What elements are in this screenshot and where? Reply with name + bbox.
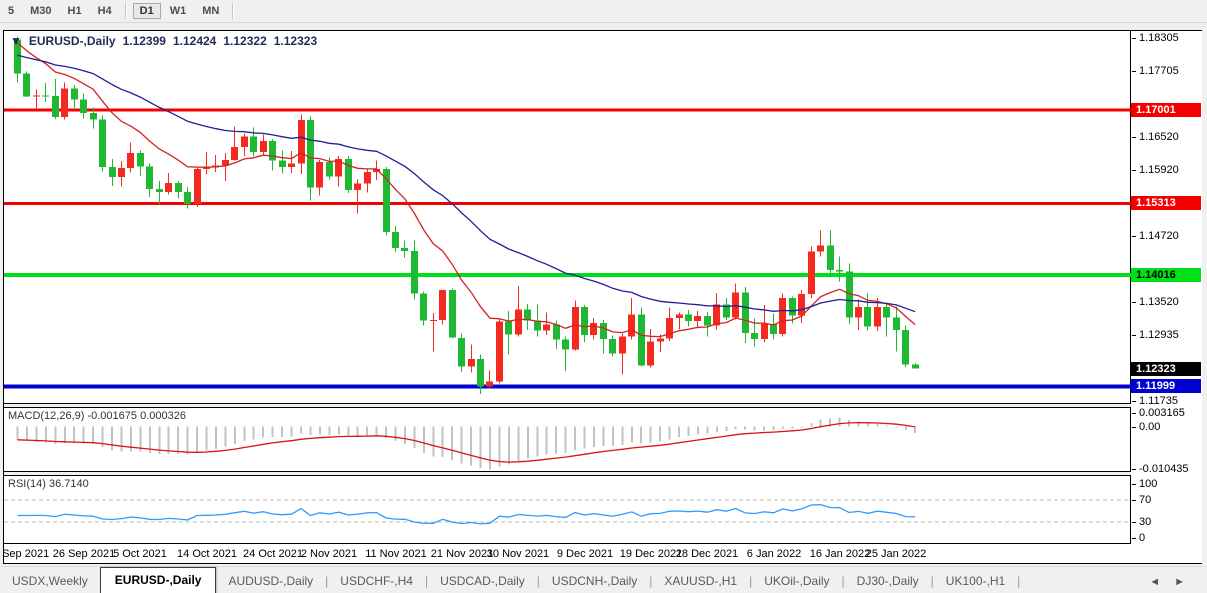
fast-ma-line xyxy=(18,43,916,337)
date-label: 25 Jan 2022 xyxy=(851,548,941,560)
terminal-screen: 5M30H1H4 D1W1MN ▼ EURUSD-,Daily 1.12399 1… xyxy=(0,0,1207,593)
chart-open-value: 1.12399 xyxy=(123,34,166,48)
chart-tab-uk100-h1[interactable]: UK100-,H1 xyxy=(934,569,1017,593)
chart-title: ▼ EURUSD-,Daily 1.12399 1.12424 1.12322 … xyxy=(10,34,317,48)
timeframe-toolbar: 5M30H1H4 D1W1MN xyxy=(0,0,1207,23)
price-tick-1.17705: 1.17705 xyxy=(1139,65,1179,77)
chart-low-value: 1.12322 xyxy=(223,34,266,48)
level-line-1.11999[interactable] xyxy=(4,385,1131,389)
timeframe-button-w1[interactable]: W1 xyxy=(163,3,194,19)
timeframe-button-5[interactable]: 5 xyxy=(1,3,21,19)
level-price-badge: 1.17001 xyxy=(1131,103,1201,117)
chart-symbol-label: EURUSD-,Daily xyxy=(29,34,116,48)
macd-tick--0.010435: -0.010435 xyxy=(1139,463,1189,475)
axis-tick-mark xyxy=(1132,413,1136,414)
tab-scroll-left-icon[interactable]: ◄ xyxy=(1149,576,1160,588)
axis-tick-mark xyxy=(1132,236,1136,237)
chart-tab-dj30-daily[interactable]: DJ30-,Daily xyxy=(845,569,931,593)
axis-tick-mark xyxy=(1132,170,1136,171)
price-tick-1.18305: 1.18305 xyxy=(1139,32,1179,44)
axis-tick-mark xyxy=(1132,500,1136,501)
chart-tab-xauusd-h1[interactable]: XAUUSD-,H1 xyxy=(652,569,749,593)
tab-separator: | xyxy=(1017,574,1020,593)
rsi-pane[interactable]: RSI(14) 36.7140 xyxy=(4,476,1131,544)
tab-scroll-right-icon[interactable]: ► xyxy=(1174,576,1185,588)
chart-tab-bar: USDX,WeeklyEURUSD-,DailyAUDUSD-,Daily | US… xyxy=(0,566,1207,593)
level-price-badge: 1.11999 xyxy=(1131,379,1201,393)
chart-high-value: 1.12424 xyxy=(173,34,216,48)
current-price-badge: 1.12323 xyxy=(1131,362,1201,376)
price-tick-1.12935: 1.12935 xyxy=(1139,329,1179,341)
axis-tick-mark xyxy=(1132,427,1136,428)
chart-tab-eurusd-daily[interactable]: EURUSD-,Daily xyxy=(100,567,217,593)
chart-tab-usdchf-h4[interactable]: USDCHF-,H4 xyxy=(328,569,425,593)
macd-tick-0.003165: 0.003165 xyxy=(1139,407,1185,419)
axis-tick-mark xyxy=(1132,538,1136,539)
timeframe-button-d1[interactable]: D1 xyxy=(133,3,161,19)
timeframe-button-mn[interactable]: MN xyxy=(195,3,226,19)
level-line-1.17001[interactable] xyxy=(4,109,1131,112)
price-tick-1.16520: 1.16520 xyxy=(1139,131,1179,143)
axis-tick-mark xyxy=(1132,71,1136,72)
time-axis[interactable]: 16 Sep 202126 Sep 20215 Oct 202114 Oct 2… xyxy=(4,544,1131,563)
rsi-tick-100: 100 xyxy=(1139,478,1157,490)
chart-tab-ukoil-daily[interactable]: UKOil-,Daily xyxy=(752,569,841,593)
rsi-tick-30: 30 xyxy=(1139,516,1151,528)
axis-tick-mark xyxy=(1132,484,1136,485)
chart-dropdown-icon[interactable]: ▼ xyxy=(10,34,22,48)
macd-label: MACD(12,26,9) -0.001675 0.000326 xyxy=(8,410,186,422)
chart-tab-audusd-daily[interactable]: AUDUSD-,Daily xyxy=(216,569,325,593)
level-price-badge: 1.15313 xyxy=(1131,196,1201,210)
rsi-tick-0: 0 xyxy=(1139,532,1145,544)
timeframe-button-m30[interactable]: M30 xyxy=(23,3,58,19)
chart-close-value: 1.12323 xyxy=(274,34,317,48)
level-price-badge: 1.14016 xyxy=(1131,268,1201,282)
axis-tick-mark xyxy=(1132,335,1136,336)
price-chart-pane[interactable]: ▼ EURUSD-,Daily 1.12399 1.12424 1.12322 … xyxy=(4,31,1131,403)
timeframe-button-h1[interactable]: H1 xyxy=(61,3,89,19)
axis-tick-mark xyxy=(1132,137,1136,138)
axis-tick-mark xyxy=(1132,38,1136,39)
macd-tick-0.00: 0.00 xyxy=(1139,421,1160,433)
chart-window: ▼ EURUSD-,Daily 1.12399 1.12424 1.12322 … xyxy=(3,30,1202,564)
axis-tick-mark xyxy=(1132,522,1136,523)
price-axis[interactable]: 1.18305 1.17705 1.16520 1.15920 1.14720 1.135… xyxy=(1131,31,1202,563)
price-tick-1.14720: 1.14720 xyxy=(1139,230,1179,242)
level-line-1.15313[interactable] xyxy=(4,202,1131,205)
timeframe-button-h4[interactable]: H4 xyxy=(91,3,119,19)
chart-tab-usdx-weekly[interactable]: USDX,Weekly xyxy=(0,569,100,593)
macd-signal-line xyxy=(18,423,916,463)
price-tick-1.15920: 1.15920 xyxy=(1139,164,1179,176)
axis-tick-mark xyxy=(1132,401,1136,402)
macd-pane[interactable]: MACD(12,26,9) -0.001675 0.000326 xyxy=(4,408,1131,471)
chart-tab-usdcad-daily[interactable]: USDCAD-,Daily xyxy=(428,569,537,593)
rsi-label: RSI(14) 36.7140 xyxy=(8,478,89,490)
toolbar-separator xyxy=(232,3,234,19)
axis-tick-mark xyxy=(1132,469,1136,470)
rsi-line xyxy=(18,505,916,524)
price-tick-1.13520: 1.13520 xyxy=(1139,296,1179,308)
rsi-tick-70: 70 xyxy=(1139,494,1151,506)
tab-scroll-arrows: ◄► xyxy=(1149,576,1185,588)
price-tick-1.11735: 1.11735 xyxy=(1139,395,1178,407)
toolbar-separator xyxy=(125,3,127,19)
chart-tab-usdcnh-daily[interactable]: USDCNH-,Daily xyxy=(540,569,649,593)
axis-tick-mark xyxy=(1132,302,1136,303)
